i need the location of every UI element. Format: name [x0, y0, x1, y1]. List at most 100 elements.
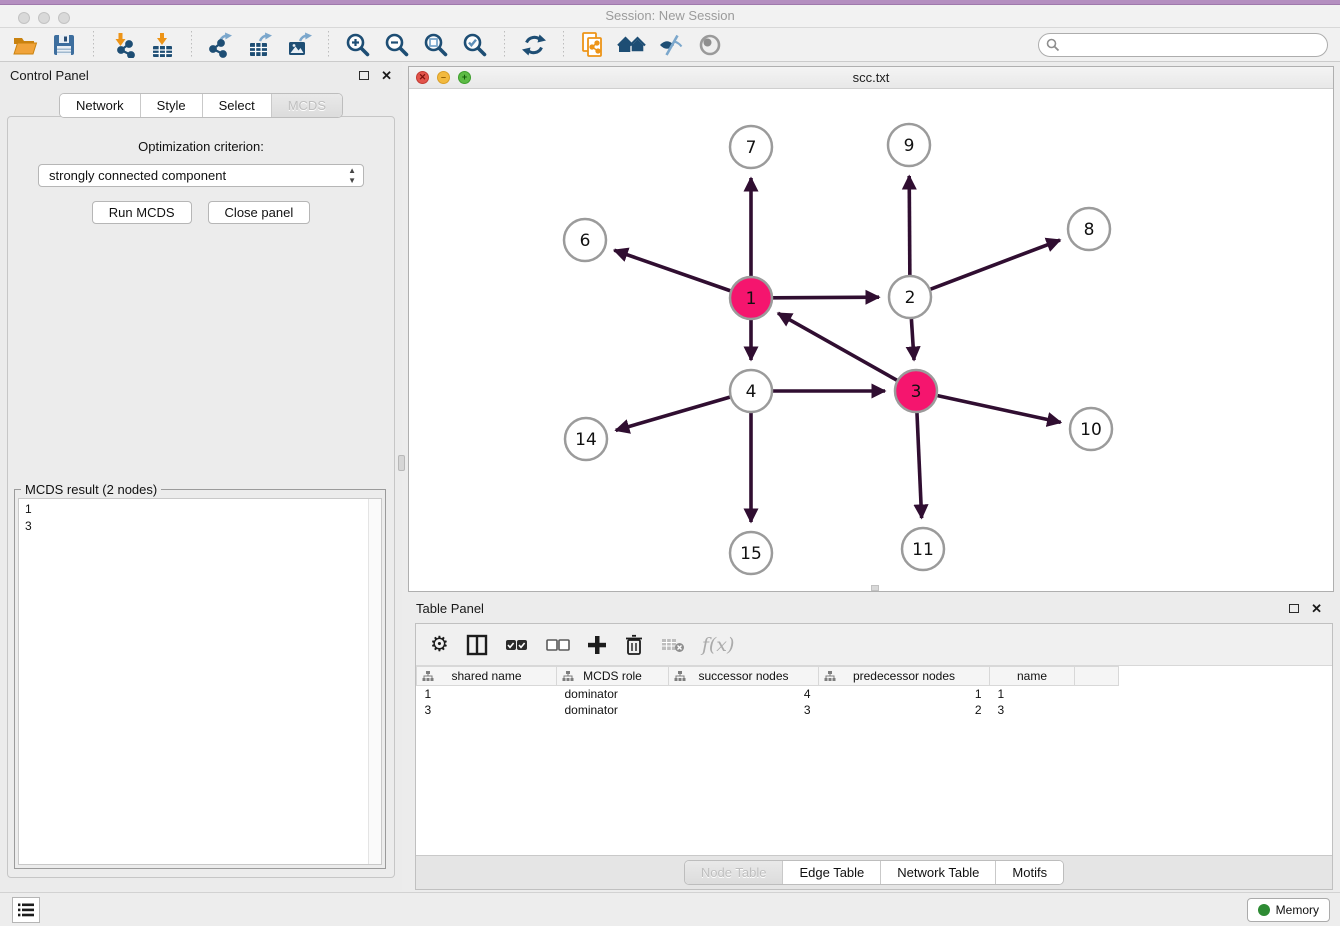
export-network-icon[interactable]	[206, 31, 236, 59]
deselect-all-icon[interactable]	[546, 638, 570, 652]
hierarchy-icon	[674, 671, 686, 682]
table-row[interactable]: 1 dominator 4 1 1	[417, 686, 1119, 702]
add-row-icon[interactable]	[587, 635, 607, 655]
column-header-shared-name[interactable]: shared name	[417, 667, 557, 686]
node-table-area: shared name MCDS role successor nodes	[416, 666, 1332, 855]
graph-edge-2-3[interactable]	[911, 319, 914, 360]
close-table-panel-icon[interactable]: ✕	[1311, 602, 1322, 615]
columns-icon[interactable]	[466, 634, 488, 656]
mcds-result-box: MCDS result (2 nodes) 1 3	[14, 489, 386, 869]
save-session-icon[interactable]	[49, 31, 79, 59]
column-header-name[interactable]: name	[990, 667, 1075, 686]
network-graph[interactable]: 1234678910111415	[409, 89, 1333, 591]
delete-table-icon	[661, 636, 685, 654]
graph-node-label-7: 7	[746, 138, 757, 158]
search-box	[1038, 33, 1328, 57]
search-icon	[1046, 38, 1060, 52]
tab-style[interactable]: Style	[141, 94, 203, 117]
table-row[interactable]: 3 dominator 3 2 3	[417, 702, 1119, 718]
graph-node-label-3: 3	[911, 382, 922, 402]
graph-node-label-10: 10	[1080, 420, 1102, 440]
open-session-icon[interactable]	[10, 31, 40, 59]
task-history-button[interactable]	[12, 897, 40, 923]
mcds-panel: Optimization criterion: strongly connect…	[7, 116, 395, 878]
toolbar-separator	[328, 31, 329, 59]
optimization-criterion-label: Optimization criterion:	[8, 139, 394, 154]
select-all-icon[interactable]	[505, 638, 529, 652]
network-canvas[interactable]: 1234678910111415	[409, 89, 1333, 591]
result-line: 1	[25, 501, 375, 518]
graph-node-label-11: 11	[912, 540, 934, 560]
float-table-panel-icon[interactable]	[1289, 604, 1299, 613]
window-title: Session: New Session	[0, 8, 1340, 23]
graph-edge-1-6[interactable]	[614, 250, 730, 291]
table-toolbar: ⚙	[416, 624, 1332, 666]
import-table-icon[interactable]	[147, 31, 177, 59]
titlebar-accent	[0, 0, 1340, 5]
graph-edge-3-10[interactable]	[937, 396, 1060, 423]
zoom-selected-icon[interactable]	[460, 31, 490, 59]
column-header-predecessor-nodes[interactable]: predecessor nodes	[819, 667, 990, 686]
show-eye-icon[interactable]	[695, 31, 725, 59]
graph-edge-1-2[interactable]	[773, 297, 879, 298]
tab-mcds[interactable]: MCDS	[272, 94, 342, 117]
gear-icon[interactable]: ⚙	[430, 632, 449, 657]
refresh-view-icon[interactable]	[519, 31, 549, 59]
network-view-window: ✕ – + scc.txt 1234678910111415	[408, 66, 1334, 592]
tab-network-table[interactable]: Network Table	[881, 861, 996, 884]
node-table[interactable]: shared name MCDS role successor nodes	[416, 666, 1119, 718]
hierarchy-icon	[562, 671, 574, 682]
new-network-from-selection-icon[interactable]	[578, 31, 608, 59]
selected-option: strongly connected component	[49, 168, 226, 183]
graph-node-label-9: 9	[904, 136, 915, 156]
column-header-filler	[1075, 667, 1119, 686]
optimization-criterion-select[interactable]: strongly connected component ▲▼	[38, 164, 364, 187]
zoom-out-icon[interactable]	[382, 31, 412, 59]
graph-edge-4-14[interactable]	[616, 397, 730, 430]
main-toolbar	[0, 28, 1340, 62]
table-panel-title: Table Panel	[416, 601, 1289, 616]
tab-node-table[interactable]: Node Table	[685, 861, 784, 884]
result-scrollbar[interactable]	[368, 499, 381, 864]
column-header-mcds-role[interactable]: MCDS role	[557, 667, 669, 686]
tab-edge-table[interactable]: Edge Table	[783, 861, 881, 884]
column-header-successor-nodes[interactable]: successor nodes	[669, 667, 819, 686]
graph-edge-3-1[interactable]	[778, 313, 897, 380]
select-stepper-icon: ▲▼	[348, 166, 356, 186]
toolbar-separator	[93, 31, 94, 59]
delete-row-icon[interactable]	[624, 634, 644, 656]
table-tabs: Node Table Edge Table Network Table Moti…	[416, 855, 1332, 889]
close-panel-icon[interactable]: ✕	[381, 69, 392, 82]
graph-edge-3-11[interactable]	[917, 413, 922, 518]
toolbar-separator	[563, 31, 564, 59]
graph-edge-2-9[interactable]	[909, 176, 910, 275]
control-panel-tabs: Network Style Select MCDS	[59, 93, 343, 118]
graph-edge-2-8[interactable]	[931, 240, 1060, 289]
hierarchy-icon	[422, 671, 434, 682]
mcds-result-text[interactable]: 1 3	[18, 498, 382, 865]
mcds-result-title: MCDS result (2 nodes)	[21, 482, 161, 497]
zoom-fit-icon[interactable]	[421, 31, 451, 59]
import-network-icon[interactable]	[108, 31, 138, 59]
network-title: scc.txt	[409, 70, 1333, 85]
panel-splitter-grip[interactable]	[398, 455, 405, 471]
control-panel: Control Panel ✕ Network Style Select MCD…	[0, 62, 402, 890]
tab-motifs[interactable]: Motifs	[996, 861, 1063, 884]
search-input[interactable]	[1038, 33, 1328, 57]
tab-network[interactable]: Network	[60, 94, 141, 117]
export-image-icon[interactable]	[284, 31, 314, 59]
show-all-networks-icon[interactable]	[617, 31, 647, 59]
tab-select[interactable]: Select	[203, 94, 272, 117]
memory-button[interactable]: Memory	[1247, 898, 1330, 922]
close-panel-button[interactable]: Close panel	[208, 201, 311, 224]
network-window-titlebar[interactable]: ✕ – + scc.txt	[409, 67, 1333, 89]
canvas-splitter-grip[interactable]	[871, 585, 879, 591]
control-panel-title: Control Panel	[10, 68, 359, 83]
status-bar: Memory	[0, 892, 1340, 926]
export-table-icon[interactable]	[245, 31, 275, 59]
zoom-in-icon[interactable]	[343, 31, 373, 59]
toolbar-separator	[504, 31, 505, 59]
hide-selection-icon[interactable]	[656, 31, 686, 59]
float-panel-icon[interactable]	[359, 71, 369, 80]
run-mcds-button[interactable]: Run MCDS	[92, 201, 192, 224]
